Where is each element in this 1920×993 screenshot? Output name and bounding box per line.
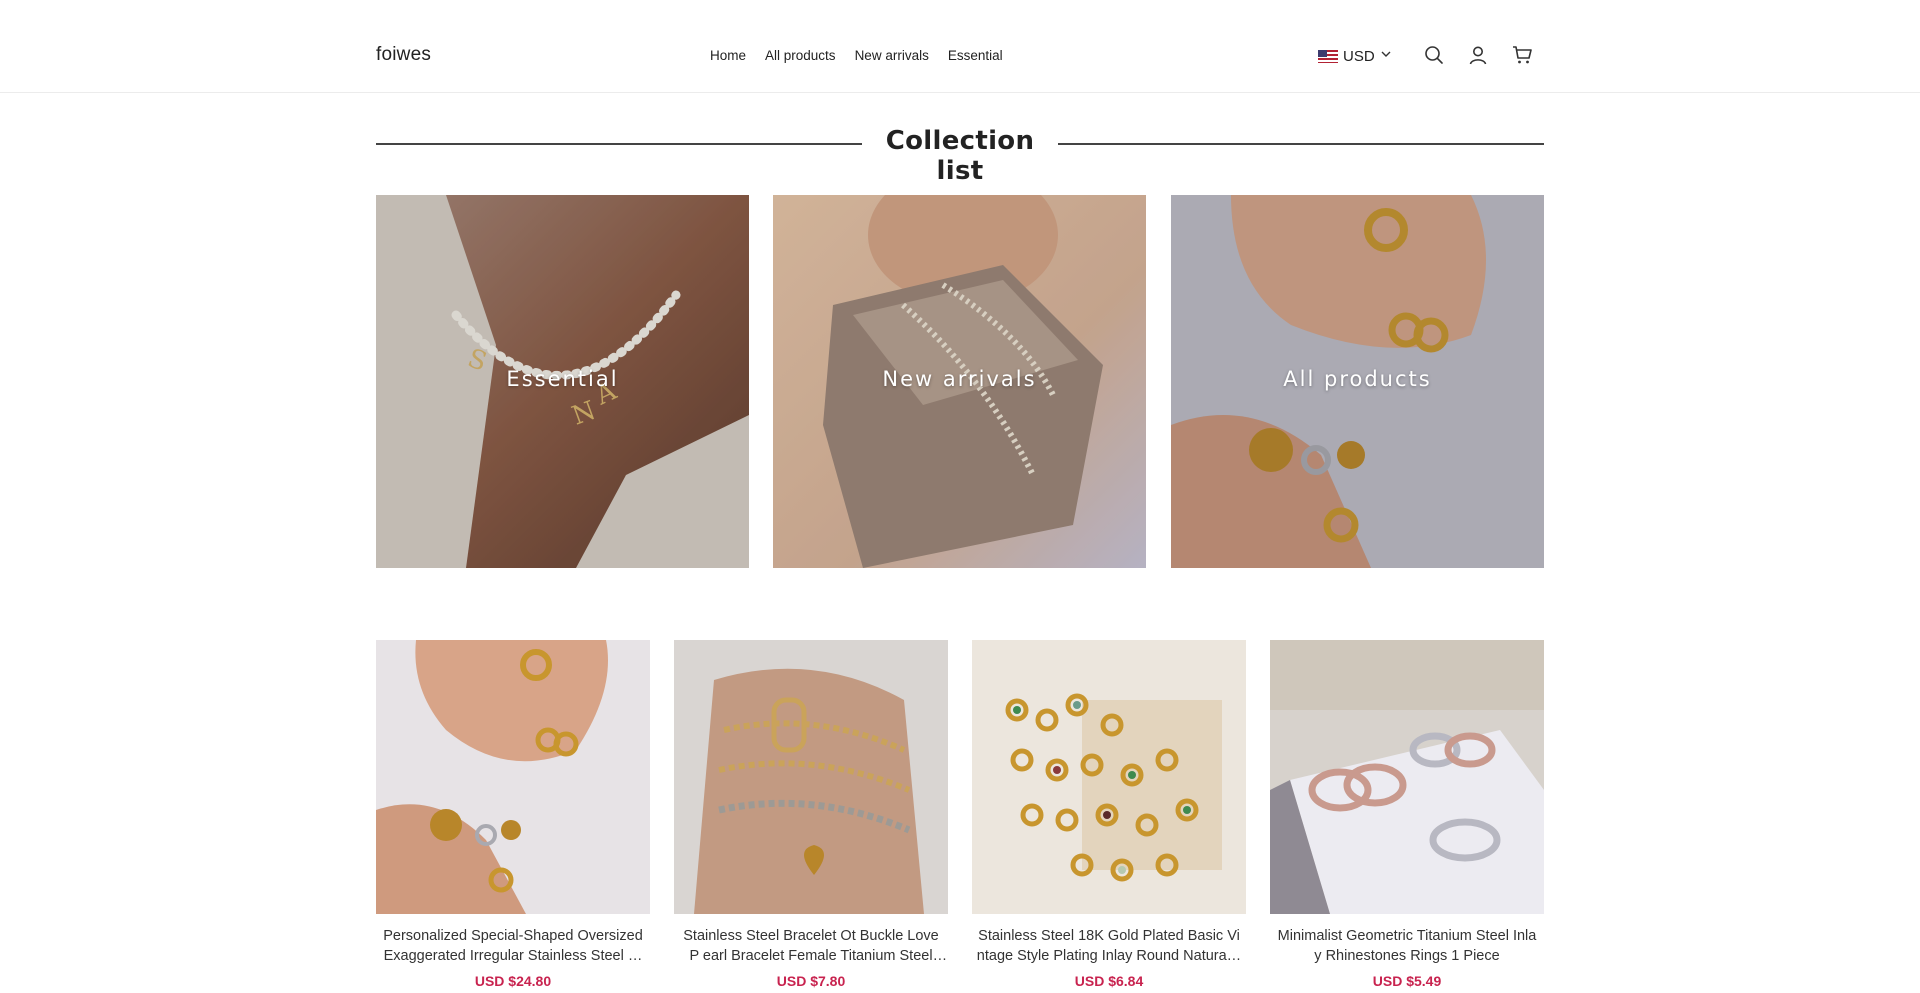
store-logo[interactable]: foiwes	[376, 44, 431, 66]
section-title: Collection list	[885, 126, 1035, 186]
collection-label: New arrivals	[882, 367, 1037, 391]
collection-label: All products	[1283, 367, 1432, 391]
product-title[interactable]: Stainless Steel Bracelet Ot Buckle Love …	[674, 926, 948, 966]
product-price: USD $5.49	[1372, 973, 1442, 989]
product-title[interactable]: Minimalist Geometric Titanium Steel Inla…	[1270, 926, 1544, 966]
currency-selector[interactable]: USD	[1318, 47, 1392, 65]
product-image[interactable]	[674, 640, 948, 914]
cart-icon[interactable]	[1511, 44, 1533, 66]
product-card[interactable]: Minimalist Geometric Titanium Steel Inla…	[1270, 640, 1544, 989]
product-price: USD $24.80	[474, 973, 552, 989]
product-image[interactable]	[1270, 640, 1544, 914]
us-flag-icon	[1318, 49, 1338, 63]
chevron-down-icon	[1380, 47, 1392, 65]
currency-code: USD	[1343, 47, 1375, 65]
collection-card-essential[interactable]: S N A Essential	[376, 195, 749, 568]
collection-card-new-arrivals[interactable]: New arrivals	[773, 195, 1146, 568]
product-image[interactable]	[376, 640, 650, 914]
collection-label: Essential	[506, 367, 619, 391]
collection-card-all-products[interactable]: All products	[1171, 195, 1544, 568]
main-nav: Home All products New arrivals Essential	[710, 48, 1003, 63]
search-icon[interactable]	[1423, 44, 1445, 66]
product-image[interactable]	[972, 640, 1246, 914]
product-price: USD $6.84	[1074, 973, 1144, 989]
nav-all-products[interactable]: All products	[765, 48, 836, 63]
nav-home[interactable]: Home	[710, 48, 746, 63]
product-card[interactable]: Stainless Steel 18K Gold Plated Basic Vi…	[972, 640, 1246, 989]
collection-list-heading: Collection list	[376, 126, 1544, 186]
product-title[interactable]: Personalized Special-Shaped Oversized Ex…	[376, 926, 650, 966]
collection-grid: S N A Essential New arrivals All product…	[376, 195, 1544, 568]
site-header: foiwes Home All products New arrivals Es…	[0, 0, 1920, 93]
heading-divider-right	[1058, 143, 1544, 145]
product-title[interactable]: Stainless Steel 18K Gold Plated Basic Vi…	[972, 926, 1246, 966]
heading-divider-left	[376, 143, 862, 145]
product-card[interactable]: Personalized Special-Shaped Oversized Ex…	[376, 640, 650, 989]
nav-essential[interactable]: Essential	[948, 48, 1003, 63]
nav-new-arrivals[interactable]: New arrivals	[855, 48, 929, 63]
account-icon[interactable]	[1467, 44, 1489, 66]
product-card[interactable]: Stainless Steel Bracelet Ot Buckle Love …	[674, 640, 948, 989]
product-price: USD $7.80	[776, 973, 846, 989]
